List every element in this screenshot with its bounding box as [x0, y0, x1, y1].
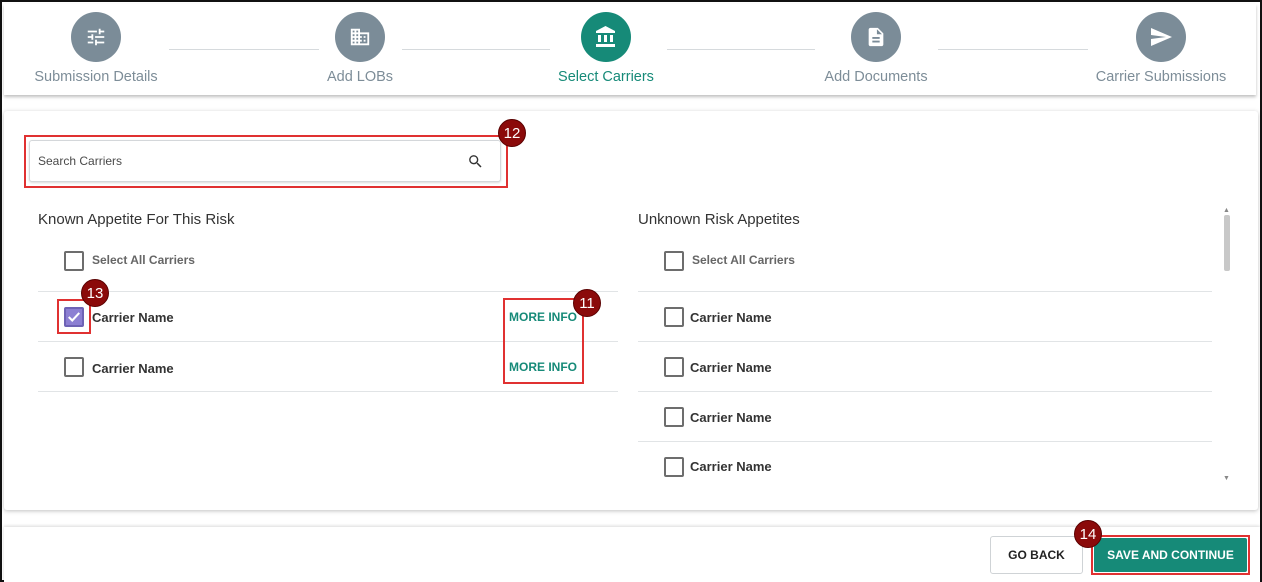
select-all-label: Select All Carriers	[92, 253, 195, 267]
annotation-highlight	[503, 298, 584, 384]
annotation-highlight	[24, 135, 508, 188]
known-appetite-title: Known Appetite For This Risk	[38, 211, 235, 228]
list-item: Carrier Name	[638, 292, 1212, 342]
annotation-highlight	[1091, 535, 1250, 575]
stepper: Submission Details Add LOBs Select Carri…	[4, 4, 1256, 95]
sliders-icon	[71, 12, 121, 62]
select-all-row: Select All Carriers	[38, 242, 618, 292]
carrier-checkbox[interactable]	[664, 457, 684, 477]
step-add-lobs[interactable]: Add LOBs	[320, 12, 400, 85]
bank-icon	[581, 12, 631, 62]
step-label: Add Documents	[824, 69, 928, 85]
select-all-row: Select All Carriers	[638, 242, 1212, 292]
step-connector	[402, 49, 550, 50]
list-item: Carrier Name	[638, 342, 1212, 392]
step-connector	[169, 49, 319, 50]
carrier-name: Carrier Name	[690, 360, 772, 375]
scrollbar[interactable]: ▲ ▼	[1222, 207, 1232, 485]
annotation-badge: 12	[498, 119, 526, 147]
step-label: Add LOBs	[326, 69, 394, 85]
unknown-appetites-title: Unknown Risk Appetites	[638, 211, 800, 228]
step-connector	[938, 49, 1088, 50]
carrier-checkbox[interactable]	[664, 407, 684, 427]
scroll-down-arrow[interactable]: ▼	[1223, 475, 1230, 482]
annotation-badge: 11	[573, 289, 601, 317]
step-add-documents[interactable]: Add Documents	[816, 12, 936, 85]
carrier-name: Carrier Name	[92, 361, 174, 376]
step-label: Select Carriers	[558, 69, 654, 85]
list-item: Carrier Name	[638, 442, 1212, 492]
select-all-checkbox[interactable]	[664, 251, 684, 271]
app-frame: Submission Details Add LOBs Select Carri…	[0, 0, 1262, 582]
select-all-label: Select All Carriers	[692, 253, 795, 267]
annotation-badge: 13	[81, 279, 109, 307]
list-item: Carrier Name	[638, 392, 1212, 442]
carrier-checkbox[interactable]	[664, 307, 684, 327]
carrier-checkbox[interactable]	[64, 357, 84, 377]
carrier-name: Carrier Name	[690, 410, 772, 425]
select-all-checkbox[interactable]	[64, 251, 84, 271]
document-icon	[851, 12, 901, 62]
scrollbar-thumb[interactable]	[1224, 215, 1230, 271]
step-carrier-submissions[interactable]: Carrier Submissions	[1091, 12, 1231, 85]
step-submission-details[interactable]: Submission Details	[30, 12, 162, 85]
carrier-name: Carrier Name	[92, 310, 174, 325]
step-label: Carrier Submissions	[1095, 69, 1227, 85]
step-label: Submission Details	[34, 69, 158, 85]
carrier-name: Carrier Name	[690, 310, 772, 325]
carrier-name: Carrier Name	[690, 459, 772, 474]
go-back-button[interactable]: GO BACK	[990, 536, 1083, 574]
annotation-badge: 14	[1074, 520, 1102, 548]
building-icon	[335, 12, 385, 62]
send-icon	[1136, 12, 1186, 62]
carrier-checkbox[interactable]	[664, 357, 684, 377]
step-select-carriers[interactable]: Select Carriers	[550, 12, 662, 85]
step-connector	[667, 49, 815, 50]
scroll-up-arrow[interactable]: ▲	[1223, 207, 1230, 214]
